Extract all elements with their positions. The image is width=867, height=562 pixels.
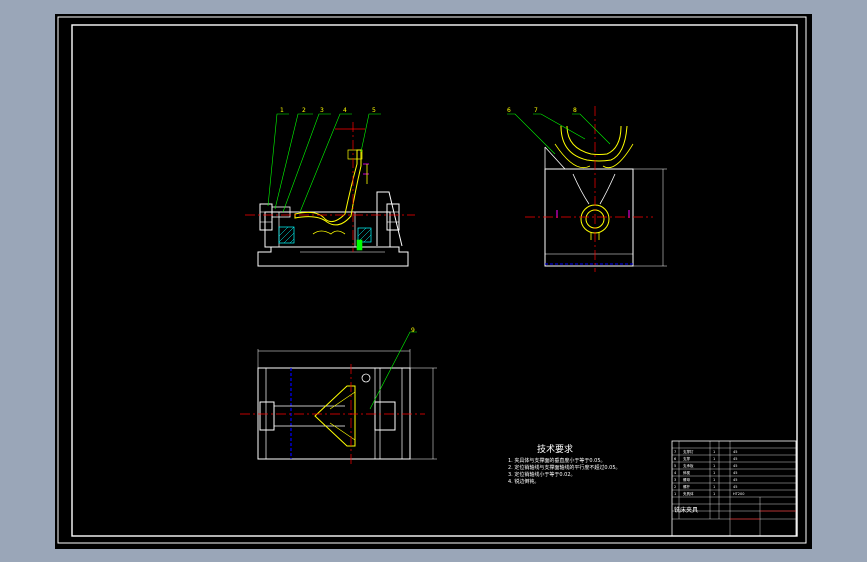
tb-row-5-qty: 1 [713, 478, 715, 482]
side-view: 6 7 8 [507, 106, 667, 272]
tb-row-6-num: 2 [674, 485, 676, 489]
tb-row-7-name: 夹具体 [683, 491, 694, 496]
part-label-7: 7 [534, 107, 538, 114]
part-label-6: 6 [507, 107, 511, 114]
tb-row-4-qty: 1 [713, 471, 715, 475]
requirement-2: 2. 定位销轴线与支撑面轴线的平行度不超过0.05。 [508, 464, 621, 471]
part-label-2: 2 [302, 107, 306, 114]
tb-row-3-name: 支承板 [683, 463, 694, 468]
part-label-5: 5 [372, 107, 376, 114]
tb-row-5-num: 3 [674, 478, 676, 482]
technical-requirements: 技术要求 1. 夹具体与支撑面的垂直度小于等于0.05。 2. 定位销轴线与支撑… [508, 443, 621, 485]
tb-row-3-num: 5 [674, 464, 676, 468]
cad-application-frame: 1 2 3 4 5 6 7 8 9 技术要求 1. 夹具体与支撑面的垂直度小于等… [0, 0, 867, 562]
tb-row-4-mat: 45 [733, 471, 737, 475]
tb-row-6-qty: 1 [713, 485, 715, 489]
tb-row-2-num: 6 [674, 457, 676, 461]
tb-row-1-num: 7 [674, 450, 676, 454]
tb-row-3-mat: 45 [733, 464, 737, 468]
title-block: 7 支撑钉 1 45 6 支撑 1 45 5 支承板 1 45 4 斜楔 1 4… [671, 440, 797, 537]
tb-row-6-mat: 45 [733, 485, 737, 489]
requirement-1: 1. 夹具体与支撑面的垂直度小于等于0.05。 [508, 457, 606, 464]
tb-row-1-name: 支撑钉 [683, 449, 694, 454]
tb-row-7-num: 1 [674, 492, 676, 496]
part-label-8: 8 [573, 107, 577, 114]
requirement-4: 4. 锐边倒钝。 [508, 478, 539, 485]
tb-row-7-mat: HT200 [733, 492, 744, 496]
tb-row-2-name: 支撑 [683, 456, 691, 461]
drawing-name: 铣床夹具 [674, 506, 698, 514]
tb-row-4-num: 4 [674, 471, 677, 475]
requirement-3: 3. 定位销轴线小于等于0.02。 [508, 471, 576, 478]
tb-row-6-name: 螺杆 [683, 484, 691, 489]
part-label-9: 9 [411, 327, 415, 334]
tb-row-1-qty: 1 [713, 450, 715, 454]
part-label-4: 4 [343, 107, 347, 114]
tb-row-1-mat: 45 [733, 450, 737, 454]
top-view: 9 [240, 327, 437, 466]
tb-row-2-mat: 45 [733, 457, 737, 461]
outer-sheet-border [57, 16, 807, 544]
tb-row-4-name: 斜楔 [683, 470, 691, 475]
drawing-viewport[interactable]: 1 2 3 4 5 6 7 8 9 技术要求 1. 夹具体与支撑面的垂直度小于等… [55, 14, 812, 549]
tb-row-7-qty: 1 [713, 492, 715, 496]
part-label-1: 1 [280, 107, 284, 114]
drawing-canvas: 1 2 3 4 5 6 7 8 9 技术要求 1. 夹具体与支撑面的垂直度小于等… [57, 16, 807, 544]
front-view: 1 2 3 4 5 [245, 107, 415, 267]
tb-row-5-mat: 45 [733, 478, 737, 482]
tb-row-2-qty: 1 [713, 457, 715, 461]
tb-row-5-name: 螺母 [683, 477, 691, 482]
part-label-3: 3 [320, 107, 324, 114]
technical-requirements-title: 技术要求 [537, 443, 573, 455]
tb-row-3-qty: 1 [713, 464, 715, 468]
